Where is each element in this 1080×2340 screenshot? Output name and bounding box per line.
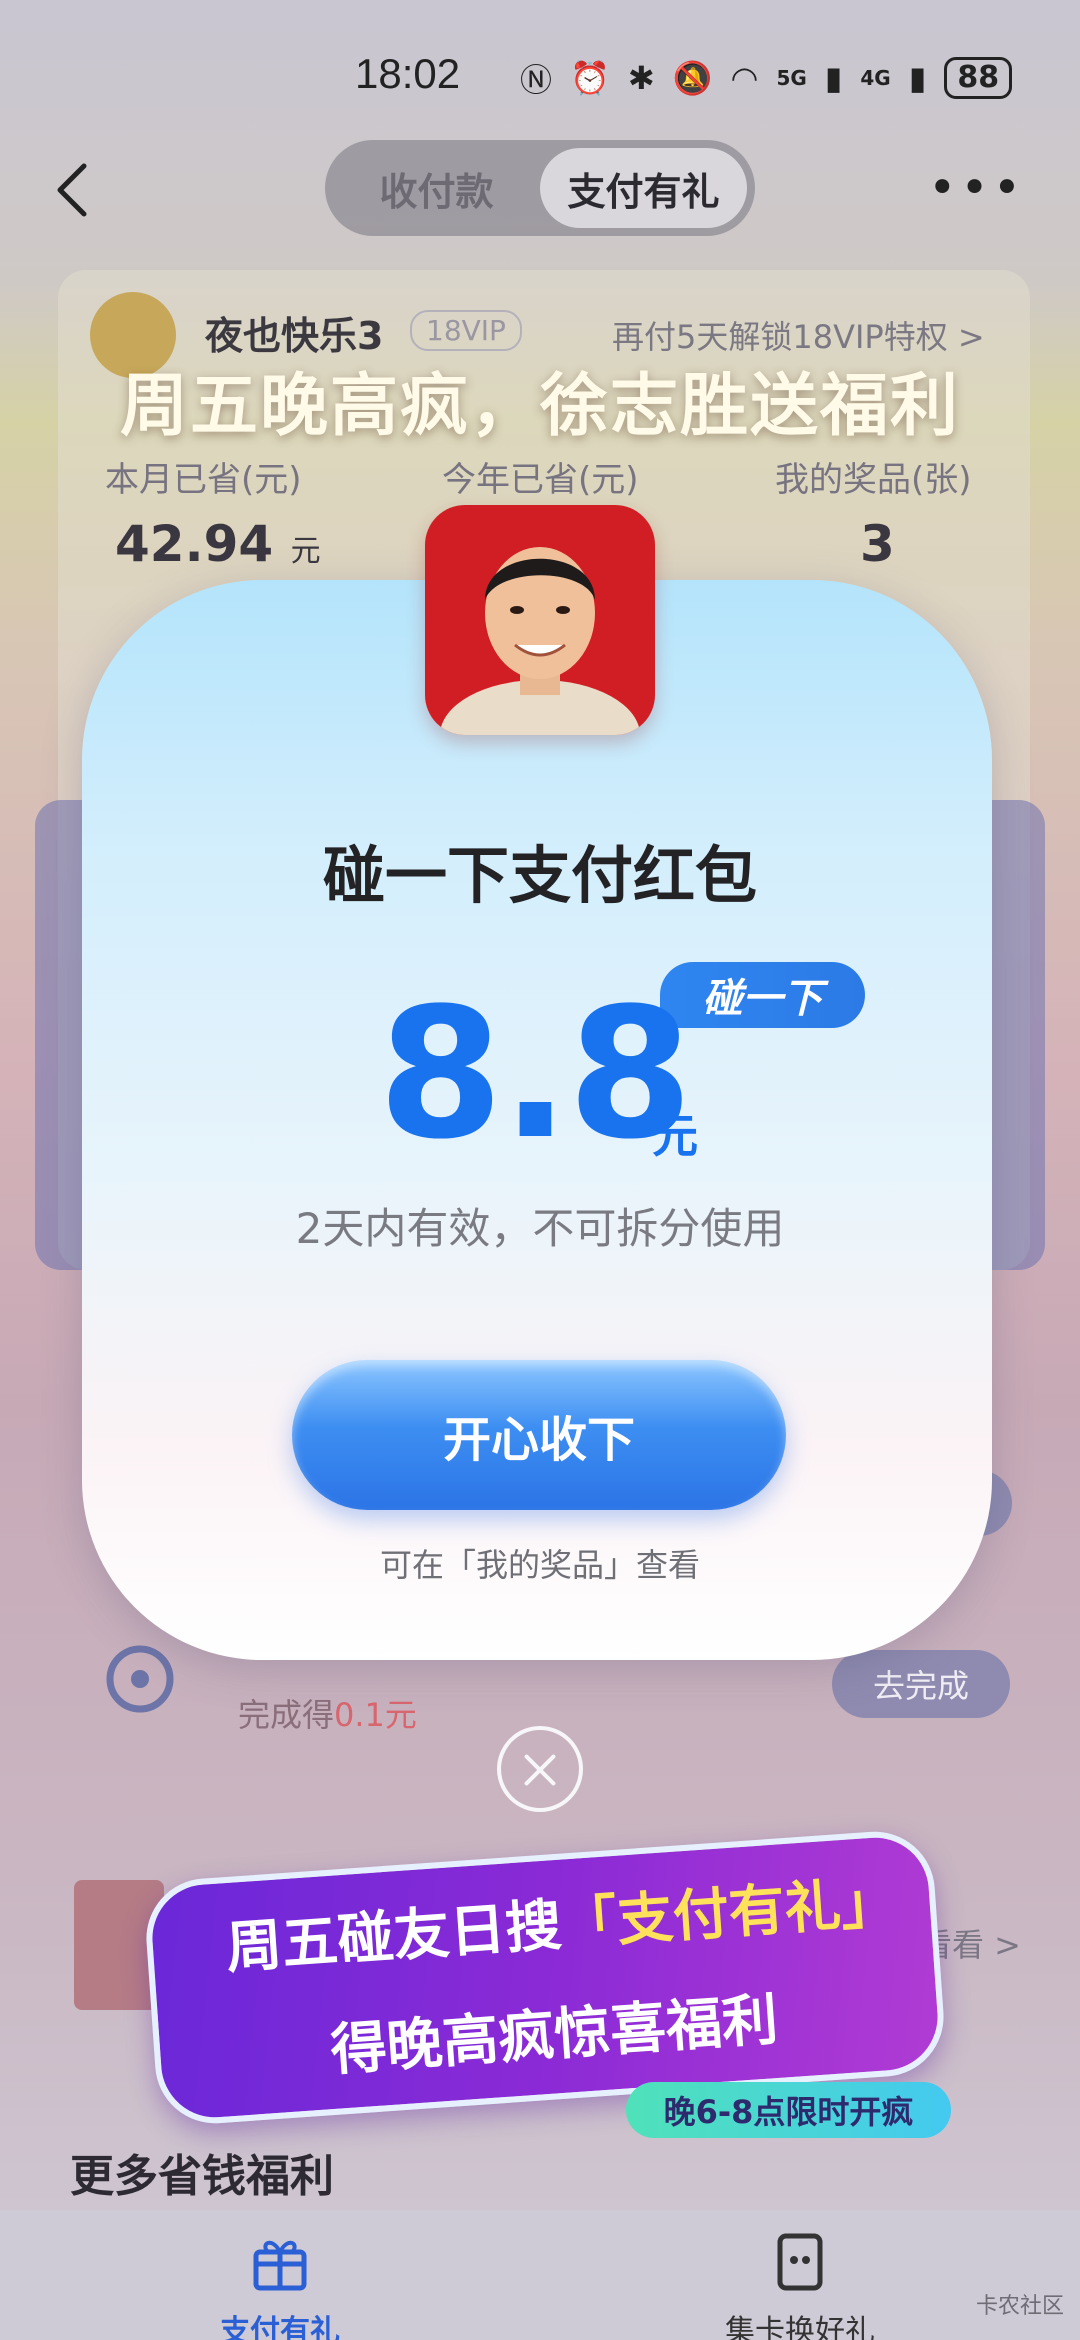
wifi-icon: ◠ (730, 59, 759, 97)
task-reward: 完成得0.1元 (238, 1696, 417, 1734)
mute-icon: 🔕 (672, 59, 713, 97)
bottom-tab-pay-gift-label: 支付有礼 (220, 2314, 340, 2340)
watermark: 卡农社区 (975, 2294, 1064, 2319)
network-5g-label: 5G (776, 66, 807, 90)
spokesperson-photo (425, 505, 655, 735)
signal-icon: ▮ (824, 59, 843, 97)
task-complete-button[interactable]: 去完成 (832, 1650, 1010, 1718)
back-arrow-icon[interactable] (50, 160, 94, 220)
more-savings-title: 更多省钱福利 (70, 2151, 334, 2202)
stat-year-saved-label: 今年已省(元) (442, 460, 639, 500)
stat-prizes-value[interactable]: 3 (860, 515, 895, 573)
status-bar: 18:02 Ⓝ ⏰ ✱ 🔕 ◠ 5G ▮ 4G ▮ 88 (0, 0, 1080, 150)
nfc-icon: Ⓝ (520, 61, 553, 99)
task-icon (106, 1645, 174, 1713)
stat-month-saved-value: 42.94 元 (115, 515, 321, 573)
signal-icon-2: ▮ (908, 59, 927, 97)
validity-text: 2天内有效，不可拆分使用 (295, 1204, 785, 1253)
network-4g-label: 4G (860, 66, 891, 90)
more-options-icon[interactable]: ••• (928, 164, 1025, 212)
bottom-tab-card-exchange[interactable]: 集卡换好礼 (700, 2230, 900, 2340)
bottom-tab-card-exchange-label: 集卡换好礼 (725, 2314, 875, 2340)
view-in-prizes-hint: 可在「我的奖品」查看 (379, 1546, 700, 1584)
status-icons: Ⓝ ⏰ ✱ 🔕 ◠ 5G ▮ 4G ▮ 88 (520, 55, 1013, 101)
banner-time-tag: 晚6-8点限时开疯 (626, 2082, 951, 2138)
headline: 周五晚高疯，徐志胜送福利 (119, 367, 960, 446)
tab-collect-pay[interactable]: 收付款 (333, 148, 540, 228)
gift-icon (253, 2240, 307, 2291)
amount-unit: 元 (652, 1109, 698, 1163)
bottom-tab-bar (0, 2210, 1080, 2340)
bottom-tab-pay-gift[interactable]: 支付有礼 (180, 2230, 380, 2340)
close-icon[interactable] (497, 1726, 583, 1812)
tab-pay-gift[interactable]: 支付有礼 (540, 148, 747, 228)
vip-badge: 18VIP (410, 310, 522, 351)
status-time: 18:02 (355, 50, 461, 97)
popup-title: 碰一下支付红包 (322, 839, 757, 912)
top-nav: 收付款 支付有礼 ••• (0, 140, 1080, 240)
card-icon (777, 2233, 823, 2291)
bluetooth-icon: ✱ (627, 59, 655, 97)
alarm-icon: ⏰ (570, 59, 610, 97)
stat-month-saved-label: 本月已省(元) (105, 460, 302, 500)
red-packet-amount: 8.8 (378, 970, 693, 1179)
battery-indicator: 88 (944, 57, 1013, 99)
stat-prizes-label: 我的奖品(张) (775, 460, 972, 500)
accept-button[interactable]: 开心收下 (292, 1360, 786, 1510)
segmented-tabs: 收付款 支付有礼 (325, 140, 755, 236)
